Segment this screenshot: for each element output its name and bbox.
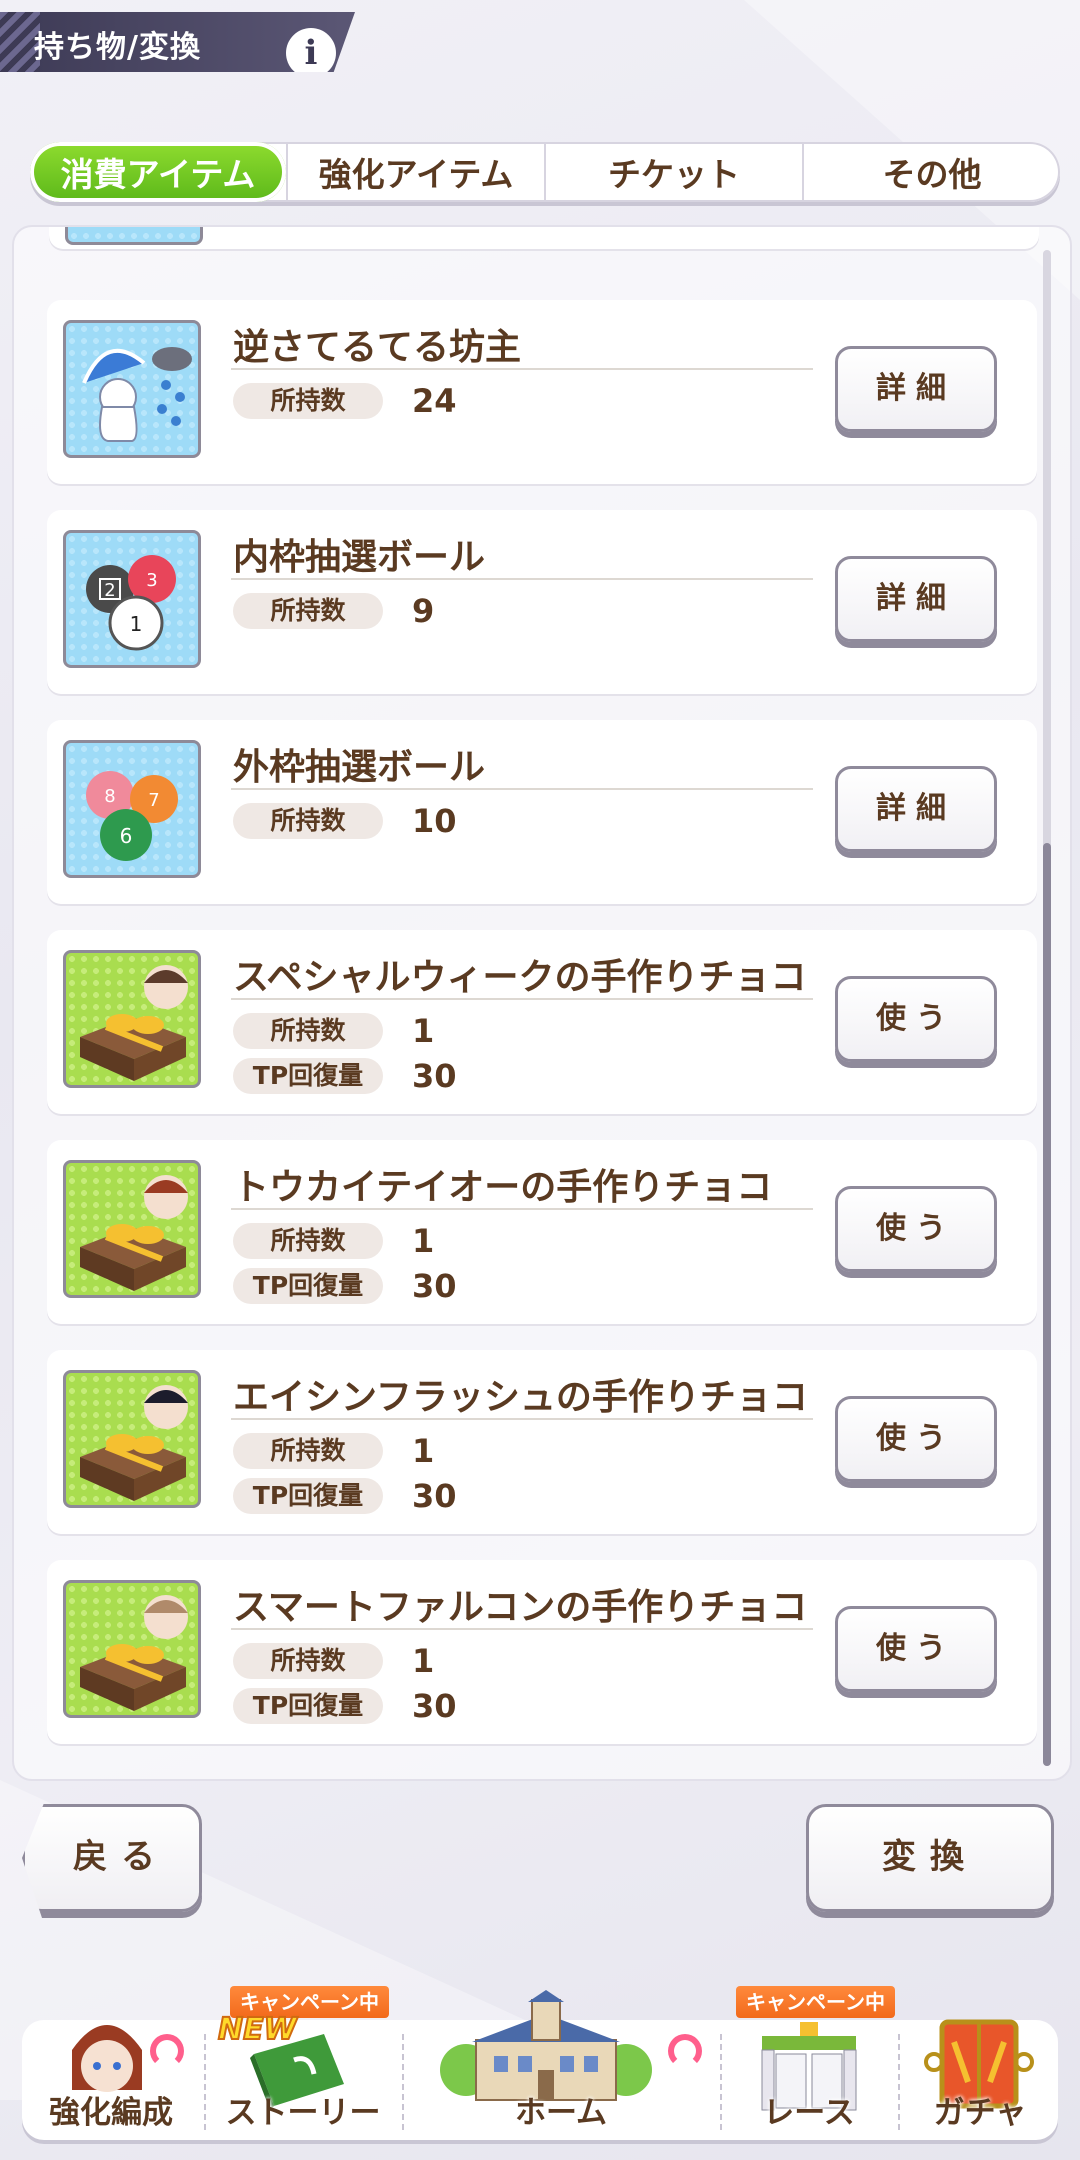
- nav-label: ガチャ: [933, 2095, 1027, 2131]
- svg-text:2: 2: [104, 580, 115, 601]
- item-thumbnail: [65, 227, 203, 245]
- list-item-partial: [49, 227, 1039, 249]
- nav-label: ホーム: [514, 2095, 608, 2131]
- info-icon[interactable]: i: [286, 28, 336, 72]
- details-button[interactable]: 詳細: [835, 346, 997, 432]
- owned-count-value: 1: [412, 1432, 435, 1470]
- owned-count-label: 所持数: [233, 1013, 383, 1049]
- tp-recovery-label: TP回復量: [233, 1058, 383, 1094]
- tab-enhancement-items[interactable]: 強化アイテム: [286, 142, 544, 202]
- list-item: スマートファルコンの手作りチョコ 所持数 1 TP回復量 30 使う: [47, 1560, 1037, 1744]
- tab-other[interactable]: その他: [802, 142, 1060, 202]
- divider: [231, 578, 813, 580]
- item-name: 内枠抽選ボール: [233, 537, 486, 578]
- item-name: スマートファルコンの手作りチョコ: [233, 1587, 808, 1628]
- convert-button[interactable]: 変換: [806, 1804, 1054, 1912]
- owned-count-value: 9: [412, 592, 435, 630]
- tp-recovery-value: 30: [412, 1477, 457, 1515]
- owned-count-label: 所持数: [233, 383, 383, 419]
- chocolate-gift-icon: [63, 1370, 201, 1508]
- list-item: スペシャルウィークの手作りチョコ 所持数 1 TP回復量 30 使う: [47, 930, 1037, 1114]
- use-button[interactable]: 使う: [835, 1186, 997, 1272]
- owned-count-label: 所持数: [233, 803, 383, 839]
- owned-count-label: 所持数: [233, 1643, 383, 1679]
- nav-item-home[interactable]: ホーム: [406, 1990, 716, 2140]
- nav-label: 強化編成: [49, 2095, 173, 2131]
- owned-count-value: 10: [412, 802, 457, 840]
- tp-recovery-label: TP回復量: [233, 1478, 383, 1514]
- divider: [231, 788, 813, 790]
- nav-separator: [204, 2034, 206, 2130]
- horseshoe-icon: [668, 2034, 702, 2068]
- item-name: エイシンフラッシュの手作りチョコ: [233, 1377, 808, 1418]
- tp-recovery-value: 30: [412, 1057, 457, 1095]
- nav-separator: [402, 2034, 404, 2130]
- page-title: 持ち物/変換: [34, 30, 201, 65]
- item-name: スペシャルウィークの手作りチョコ: [233, 957, 807, 998]
- tp-recovery-value: 30: [412, 1687, 457, 1725]
- list-item: 2 3 1 内枠抽選ボール 所持数 9 詳細: [47, 510, 1037, 694]
- nav-item-story[interactable]: キャンペーン中 NEW ストーリー: [208, 1986, 398, 2140]
- nav-separator: [898, 2034, 900, 2130]
- owned-count-label: 所持数: [233, 1223, 383, 1259]
- tab-tickets[interactable]: チケット: [544, 142, 802, 202]
- list-item: トウカイテイオーの手作りチョコ 所持数 1 TP回復量 30 使う: [47, 1140, 1037, 1324]
- chocolate-gift-icon: [63, 1160, 201, 1298]
- details-button[interactable]: 詳細: [835, 766, 997, 852]
- tp-recovery-label: TP回復量: [233, 1688, 383, 1724]
- owned-count-label: 所持数: [233, 1433, 383, 1469]
- owned-count-value: 1: [412, 1012, 435, 1050]
- owned-count-label: 所持数: [233, 593, 383, 629]
- tp-recovery-value: 30: [412, 1267, 457, 1305]
- outer-gate-lottery-ball-icon: 8 7 6: [63, 740, 201, 878]
- list-item: 8 7 6 外枠抽選ボール 所持数 10 詳細: [47, 720, 1037, 904]
- back-button[interactable]: 戻る: [22, 1804, 202, 1912]
- divider: [231, 1208, 813, 1210]
- upside-down-teru-teru-bozu-icon: [63, 320, 201, 458]
- owned-count-value: 1: [412, 1222, 435, 1260]
- use-button[interactable]: 使う: [835, 1606, 997, 1692]
- svg-text:6: 6: [120, 824, 133, 848]
- divider: [231, 1418, 813, 1420]
- list-item: エイシンフラッシュの手作りチョコ 所持数 1 TP回復量 30 使う: [47, 1350, 1037, 1534]
- chocolate-gift-icon: [63, 1580, 201, 1718]
- use-button[interactable]: 使う: [835, 976, 997, 1062]
- inner-gate-lottery-ball-icon: 2 3 1: [63, 530, 201, 668]
- category-tabs: 消費アイテム 強化アイテム チケット その他: [30, 142, 1060, 202]
- details-button[interactable]: 詳細: [835, 556, 997, 642]
- nav-label: レース: [763, 2095, 855, 2131]
- chocolate-gift-icon: [63, 950, 201, 1088]
- nav-separator: [720, 2034, 722, 2130]
- svg-text:3: 3: [146, 570, 157, 591]
- divider: [231, 368, 813, 370]
- nav-item-enhance-formation[interactable]: 強化編成: [22, 2020, 200, 2140]
- new-tag: NEW: [217, 2011, 298, 2048]
- owned-count-value: 24: [412, 382, 457, 420]
- tp-recovery-label: TP回復量: [233, 1268, 383, 1304]
- owned-count-value: 1: [412, 1642, 435, 1680]
- nav-label: ストーリー: [225, 2095, 381, 2131]
- svg-text:8: 8: [104, 786, 115, 807]
- item-name: 逆さてるてる坊主: [233, 327, 522, 368]
- svg-text:7: 7: [148, 790, 159, 811]
- divider: [231, 998, 813, 1000]
- horseshoe-icon: [150, 2034, 184, 2068]
- bottom-nav: 強化編成 キャンペーン中 NEW ストーリー ホーム キャンペーン中 レース ガ…: [22, 1986, 1058, 2140]
- nav-item-gacha[interactable]: ガチャ: [902, 2019, 1058, 2140]
- divider: [231, 1628, 813, 1630]
- nav-item-race[interactable]: キャンペーン中 レース: [724, 1986, 895, 2140]
- tab-consumable-items[interactable]: 消費アイテム: [30, 142, 286, 202]
- list-item: 逆さてるてる坊主 所持数 24 詳細: [47, 300, 1037, 484]
- item-name: トウカイテイオーの手作りチョコ: [233, 1167, 773, 1208]
- svg-text:1: 1: [130, 612, 143, 636]
- screen-header: 持ち物/変換 i: [0, 12, 355, 72]
- use-button[interactable]: 使う: [835, 1396, 997, 1482]
- item-name: 外枠抽選ボール: [233, 747, 486, 788]
- scrollbar-thumb[interactable]: [1043, 843, 1051, 1766]
